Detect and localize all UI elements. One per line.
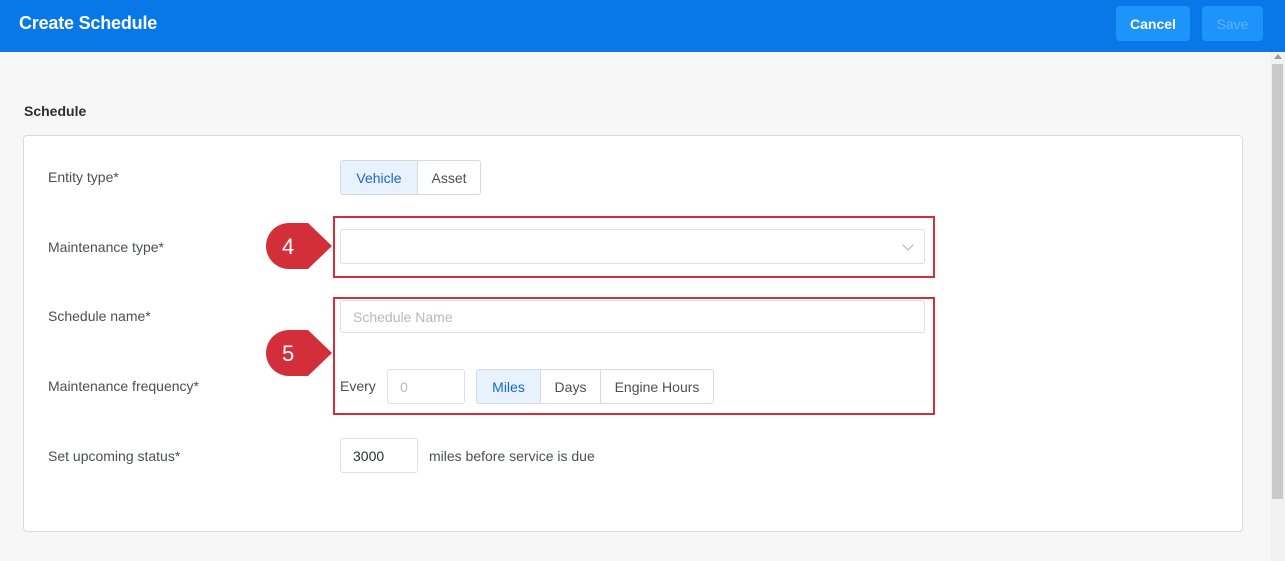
annotation-marker-5-label: 5 [282,341,295,366]
annotation-box-4 [333,216,935,278]
section-title: Schedule [24,103,87,119]
entity-type-vehicle-option[interactable]: Vehicle [341,161,417,194]
top-bar: Create Schedule Cancel Save [0,0,1285,52]
schedule-name-label: Schedule name* [48,308,151,324]
scrollbar[interactable] [1270,52,1285,561]
annotation-marker-5-icon [266,330,332,376]
entity-type-asset-option[interactable]: Asset [417,161,480,194]
cancel-button[interactable]: Cancel [1116,6,1190,41]
upcoming-status-input[interactable] [340,438,418,473]
entity-type-label: Entity type* [48,169,119,185]
annotation-box-5 [333,297,935,415]
save-button[interactable]: Save [1202,6,1263,41]
annotation-marker-4-icon [266,223,332,269]
upcoming-status-suffix: miles before service is due [429,448,595,464]
scroll-thumb[interactable] [1272,64,1283,499]
page-title: Create Schedule [19,13,158,33]
maintenance-type-label: Maintenance type* [48,239,164,255]
annotation-marker-4-label: 4 [282,234,295,259]
maintenance-frequency-label: Maintenance frequency* [48,378,199,394]
upcoming-status-label: Set upcoming status* [48,448,181,464]
entity-type-toggle: Vehicle Asset [340,160,481,195]
scroll-up-arrow-icon[interactable] [1274,54,1282,59]
